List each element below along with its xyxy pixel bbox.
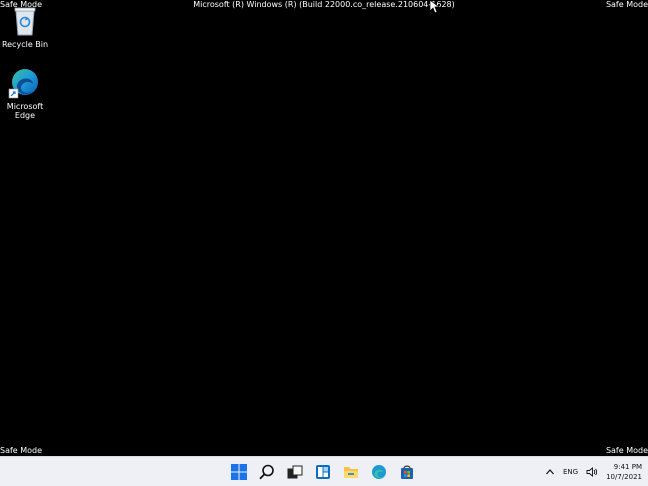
mouse-cursor-icon	[430, 0, 440, 14]
system-tray: ENG 9:41 PM 10/7/2021	[545, 457, 642, 486]
search-button[interactable]	[256, 461, 278, 483]
safe-mode-label-bottom-left: Safe Mode	[0, 446, 43, 455]
store-icon	[401, 465, 413, 479]
file-explorer-button[interactable]	[340, 461, 362, 483]
volume-icon[interactable]	[586, 466, 598, 478]
store-button[interactable]	[396, 461, 418, 483]
recycle-bin-icon	[8, 4, 42, 38]
microsoft-edge-label: Microsoft Edge	[6, 102, 44, 120]
clock[interactable]: 9:41 PM 10/7/2021	[606, 462, 642, 482]
edge-icon	[372, 465, 386, 479]
edge-taskbar-button[interactable]	[368, 461, 390, 483]
language-indicator[interactable]: ENG	[563, 468, 578, 476]
desktop-icon-recycle-bin[interactable]: Recycle Bin	[1, 4, 49, 49]
task-view-button[interactable]	[284, 461, 306, 483]
clock-date: 10/7/2021	[606, 473, 642, 481]
task-view-icon	[287, 465, 303, 479]
search-icon	[259, 464, 274, 480]
clock-time: 9:41 PM	[613, 463, 642, 471]
taskbar-apps	[228, 461, 418, 483]
chevron-up-icon[interactable]	[545, 467, 555, 477]
widgets-icon	[316, 465, 330, 479]
desktop-icon-microsoft-edge[interactable]: Microsoft Edge	[1, 66, 49, 120]
safe-mode-label-bottom-right: Safe Mode	[605, 446, 648, 455]
start-button[interactable]	[228, 461, 250, 483]
edge-icon	[8, 66, 42, 100]
file-explorer-icon	[344, 467, 358, 478]
widgets-button[interactable]	[312, 461, 334, 483]
recycle-bin-label: Recycle Bin	[1, 40, 49, 49]
desktop: Safe Mode Safe Mode Safe Mode Safe Mode …	[0, 0, 648, 486]
start-icon	[231, 464, 247, 480]
taskbar: ENG 9:41 PM 10/7/2021	[0, 456, 648, 486]
windows-build-text: Microsoft (R) Windows (R) (Build 22000.c…	[193, 0, 455, 9]
